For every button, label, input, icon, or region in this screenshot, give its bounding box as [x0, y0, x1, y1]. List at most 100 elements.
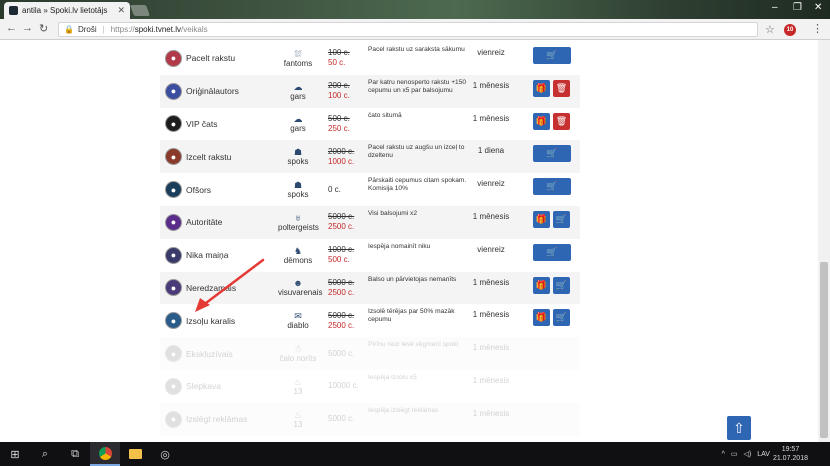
buy-cart-button[interactable]: 🛒 — [533, 243, 571, 261]
buy-cart-button[interactable]: 🛒 — [533, 47, 571, 64]
item-description: Pacel rakstu uz saraksta sākumu — [368, 46, 465, 53]
scrollbar-thumb[interactable] — [820, 262, 828, 438]
rank-icon: ♞ — [293, 245, 303, 256]
item-price: 5000 c. — [328, 414, 366, 424]
new-tab-button[interactable] — [129, 5, 151, 16]
clock-date: 21.07.2018 — [772, 455, 808, 462]
page-scrollbar[interactable] — [818, 40, 830, 442]
item-actions: 🎁 🗑 — [533, 112, 570, 130]
delete-button[interactable]: 🗑 — [553, 112, 570, 130]
shop-row: ● Izslēgt reklāmas ♨ 13 5000 c. Iespēja izslē… — [160, 402, 580, 436]
item-actions: 🛒 — [533, 243, 571, 261]
delete-button[interactable]: 🗑 — [553, 79, 570, 97]
url-host: spoki.tvnet.lv — [134, 25, 181, 34]
start-icon[interactable]: ⊞ — [0, 442, 30, 466]
cart-button[interactable]: 🛒 — [553, 276, 570, 294]
item-actions: 🛒 — [533, 47, 571, 64]
rank-icon: ✉ — [294, 311, 302, 322]
rank-icon: ☗ — [293, 147, 303, 158]
extension-badge-icon[interactable]: 10 — [784, 24, 796, 36]
url-input[interactable]: 🔒 Droši | https:// spoki.tvnet.lv /veika… — [58, 22, 758, 37]
item-duration: 1 mēnesis — [472, 277, 510, 287]
item-duration: 1 diena — [477, 146, 505, 156]
network-icon[interactable]: ▭ — [731, 450, 738, 458]
rank-label: poltergeists — [278, 222, 319, 232]
item-actions: 🎁 🛒 — [533, 210, 570, 228]
rank-icon: ♨ — [293, 409, 303, 420]
old-price: 2000 c. — [328, 146, 355, 156]
cart-button[interactable]: 🛒 — [553, 309, 570, 327]
rank-icon: ☁ — [293, 81, 303, 92]
item-duration: 1 mēnesis — [472, 408, 510, 418]
language-indicator[interactable]: LAV — [757, 451, 770, 458]
shop-row: ● Oriģinālautors ☁ gars 200 c. 100 c. Par katr… — [160, 74, 580, 108]
item-icon: ● — [165, 312, 182, 330]
price: 5000 c. — [328, 348, 355, 358]
rank-label: visuvarenais — [278, 288, 323, 298]
item-name: Oriģinālautors — [186, 86, 239, 97]
window-close-icon[interactable]: ✕ — [814, 2, 822, 13]
shop-row: ● Autoritāte ♅ poltergeists 5000 c. 2500 c. Vi… — [160, 205, 580, 239]
clock[interactable]: 19:57 21.07.2018 — [773, 445, 808, 463]
gift-button[interactable]: 🎁 — [533, 210, 550, 228]
item-price: 5000 c. 2500 c. — [328, 278, 366, 298]
buy-cart-button[interactable]: 🛒 — [533, 145, 571, 163]
search-icon[interactable]: ⌕ — [30, 442, 60, 466]
item-rank: ☁ gars — [278, 114, 318, 133]
rank-icon: ♅ — [294, 212, 302, 223]
item-description: Izsolē tērējas par 50% mazāk cepumu — [368, 308, 455, 324]
gift-button[interactable]: 🎁 — [533, 112, 550, 130]
rank-label: 13 — [293, 386, 303, 396]
buy-cart-button[interactable]: 🛒 — [533, 178, 571, 196]
item-icon: ● — [165, 148, 182, 166]
gift-button[interactable]: 🎁 — [533, 309, 550, 327]
browser-menu-icon[interactable]: ⋮ — [812, 22, 823, 35]
old-price: 5000 c. — [328, 212, 355, 222]
rank-icon: ♨ — [293, 376, 303, 387]
item-actions: 🛒 — [533, 178, 571, 196]
reload-icon[interactable]: ↻ — [39, 22, 48, 35]
maximize-icon[interactable]: ❐ — [793, 2, 802, 13]
rank-label: 13 — [293, 419, 303, 429]
rank-icon: ☁ — [293, 114, 303, 125]
tray-chevron-icon[interactable]: ^ — [722, 451, 725, 458]
item-name: Ekskluzīvais — [186, 348, 233, 359]
item-icon: ● — [165, 410, 182, 428]
item-actions: 🎁 🛒 — [533, 276, 570, 294]
item-icon: ● — [165, 345, 182, 363]
item-icon: ● — [165, 49, 182, 67]
forward-icon[interactable]: → — [22, 22, 33, 34]
sale-price: 100 c. — [328, 91, 350, 101]
gift-button[interactable]: 🎁 — [533, 276, 550, 294]
old-price: 100 c. — [328, 48, 350, 58]
url-scheme: https:// — [110, 25, 135, 34]
rank-label: spoks — [287, 157, 309, 167]
rank-icon: ☻ — [293, 278, 303, 289]
item-price: 2000 c. 1000 c. — [328, 147, 366, 167]
cart-button[interactable]: 🛒 — [553, 210, 570, 228]
back-icon[interactable]: ← — [6, 22, 17, 34]
bookmark-star-icon[interactable]: ☆ — [765, 23, 775, 36]
shop-row: ● Slepkava ♨ 13 10000 c. Iespēja izsolu x5 1 m… — [160, 370, 580, 403]
volume-icon[interactable]: ◁) — [744, 450, 752, 458]
minimize-icon[interactable]: – — [772, 2, 778, 13]
chrome-icon[interactable] — [90, 442, 120, 466]
old-price: 1000 c. — [328, 245, 355, 255]
old-price: 500 c. — [328, 113, 350, 123]
gift-button[interactable]: 🎁 — [533, 79, 550, 97]
item-price: 5000 c. 2500 c. — [328, 311, 366, 331]
tab-close-icon[interactable]: ✕ — [117, 5, 125, 16]
old-price: 5000 c. — [328, 277, 355, 287]
file-explorer-icon[interactable] — [120, 442, 150, 466]
windows-taskbar: ⊞ ⌕ ⧉ ◎ ^ ▭ ◁) LAV 19:57 21.07.2018 — [0, 442, 830, 466]
rank-label: gars — [290, 124, 306, 134]
rank-label: diablo — [287, 321, 309, 331]
scroll-to-top-button[interactable]: ⇧ — [727, 416, 751, 440]
item-icon: ● — [165, 377, 182, 395]
item-icon: ● — [165, 279, 182, 297]
item-duration: 1 mēnesis — [472, 310, 510, 320]
item-actions: 🎁 🛒 — [533, 309, 570, 327]
task-view-icon[interactable]: ⧉ — [60, 442, 90, 466]
browser-tab[interactable]: antila » Spoki.lv lietotājs ✕ — [4, 2, 130, 19]
app-icon[interactable]: ◎ — [150, 442, 180, 466]
